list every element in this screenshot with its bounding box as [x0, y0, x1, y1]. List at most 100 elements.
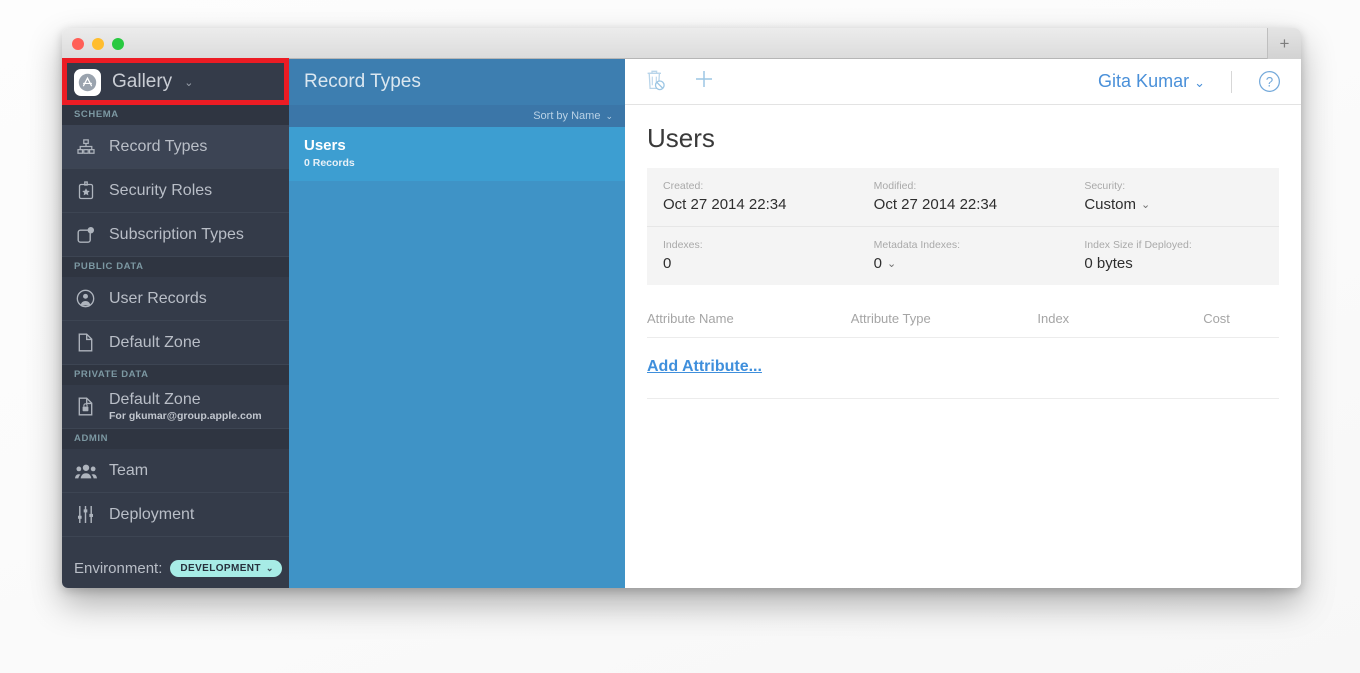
badge-star-icon	[74, 181, 97, 200]
plus-icon: +	[1279, 34, 1290, 53]
info-indexes: Indexes: 0	[647, 239, 858, 272]
sidebar-item-label: Default Zone	[109, 333, 201, 351]
info-key: Modified:	[873, 180, 917, 192]
info-modified: Modified: Oct 27 2014 22:34	[858, 180, 1069, 213]
sidebar-item-label: User Records	[109, 289, 207, 307]
chevron-down-icon: ⌄	[1141, 199, 1151, 211]
add-attribute-row: Add Attribute...	[647, 338, 1279, 399]
info-row: Created: Oct 27 2014 22:34 Modified: Oct…	[647, 168, 1279, 227]
environment-bar: Environment: DEVELOPMENT ⌄	[62, 548, 289, 588]
record-types-list-panel: Record Types Sort by Name ⌄ Users 0 Reco…	[289, 59, 625, 588]
close-window-icon[interactable]	[72, 38, 84, 50]
toolbar-divider	[1231, 70, 1232, 93]
info-key: Created:	[663, 180, 704, 192]
info-key: Index Size if Deployed:	[1084, 239, 1192, 251]
chevron-down-icon: ⌄	[265, 562, 274, 573]
list-item-subtitle: 0 Records	[304, 157, 355, 169]
list-item[interactable]: Users 0 Records	[289, 127, 625, 181]
info-key: Security:	[1084, 180, 1126, 192]
sidebar-item-default-zone-public[interactable]: Default Zone	[62, 321, 289, 365]
app-window: + Gallery ⌄ SCHEMA Record Types Security…	[62, 28, 1301, 588]
info-index-size: Index Size if Deployed: 0 bytes	[1068, 239, 1279, 272]
sidebar-item-label: Subscription Types	[109, 225, 244, 243]
sidebar-item-user-records[interactable]: User Records	[62, 277, 289, 321]
window-body: Gallery ⌄ SCHEMA Record Types Security R…	[62, 59, 1301, 588]
sidebar-group-private-data: PRIVATE DATA	[62, 365, 289, 385]
delete-record-type-button[interactable]	[645, 68, 666, 96]
question-circle-icon[interactable]: ?	[1258, 70, 1281, 93]
window-titlebar: +	[62, 28, 1301, 59]
attributes-table-header: Attribute Name Attribute Type Index Cost	[647, 311, 1279, 338]
sidebar-group-schema: SCHEMA	[62, 105, 289, 125]
column-header-attribute-name: Attribute Name	[647, 311, 734, 326]
sidebar-group-admin: ADMIN	[62, 429, 289, 449]
info-value: 0	[873, 255, 883, 272]
person-circle-icon	[74, 289, 97, 308]
environment-label: Environment:	[74, 559, 163, 577]
column-header-index: Index	[1037, 311, 1070, 326]
security-dropdown[interactable]: Custom ⌄	[1084, 196, 1263, 213]
info-security: Security: Custom ⌄	[1068, 180, 1279, 213]
page-title: Users	[647, 123, 715, 153]
list-panel-title: Record Types	[304, 71, 421, 92]
sidebar-item-label: Security Roles	[109, 181, 213, 199]
traffic-lights	[72, 38, 124, 50]
list-panel-header: Record Types	[289, 59, 625, 105]
column-header-attribute-type: Attribute Type	[850, 311, 931, 326]
app-name-label: Gallery	[112, 71, 173, 92]
sidebar-item-label: Record Types	[109, 137, 208, 155]
info-value: 0	[663, 255, 672, 272]
screen: + Gallery ⌄ SCHEMA Record Types Security…	[0, 0, 1360, 673]
info-created: Created: Oct 27 2014 22:34	[647, 180, 858, 213]
info-value: Custom	[1084, 196, 1137, 213]
maximize-window-icon[interactable]	[112, 38, 124, 50]
user-menu[interactable]: Gita Kumar ⌄	[1098, 71, 1205, 92]
sidebar-item-label: Deployment	[109, 505, 195, 523]
info-row: Indexes: 0 Metadata Indexes: 0 ⌄ Index S…	[647, 227, 1279, 285]
app-store-icon	[74, 68, 101, 96]
chevron-down-icon: ⌄	[184, 76, 194, 89]
sidebar-item-label: Default Zone	[109, 391, 201, 408]
svg-text:?: ?	[1266, 74, 1273, 89]
chevron-down-icon: ⌄	[605, 110, 613, 121]
sort-label: Sort by Name	[533, 110, 601, 122]
sidebar-item-deployment[interactable]: Deployment	[62, 493, 289, 537]
zoom-window-button[interactable]: +	[1267, 28, 1301, 59]
column-header-cost: Cost	[1203, 311, 1230, 326]
list-item-title: Users	[304, 137, 346, 154]
list-empty-area	[289, 181, 625, 588]
chevron-down-icon: ⌄	[887, 258, 897, 270]
record-type-info-box: Created: Oct 27 2014 22:34 Modified: Oct…	[647, 168, 1279, 285]
sidebar-item-team[interactable]: Team	[62, 449, 289, 493]
people-icon	[74, 463, 97, 479]
chevron-down-icon: ⌄	[1194, 75, 1205, 90]
detail-panel: Gita Kumar ⌄ ? Users Created: Oct 27 201…	[625, 59, 1301, 588]
user-name-label: Gita Kumar	[1098, 71, 1190, 91]
sidebar-item-sublabel: For gkumar@group.apple.com	[109, 410, 262, 422]
info-key: Metadata Indexes:	[873, 239, 961, 251]
info-metadata-indexes: Metadata Indexes: 0 ⌄	[858, 239, 1069, 272]
sidebar-item-subscription-types[interactable]: Subscription Types	[62, 213, 289, 257]
info-value: Oct 27 2014 22:34	[663, 196, 787, 213]
add-attribute-link[interactable]: Add Attribute...	[647, 358, 762, 375]
environment-selector[interactable]: DEVELOPMENT ⌄	[170, 559, 282, 577]
app-selector[interactable]: Gallery ⌄	[62, 59, 289, 105]
environment-value: DEVELOPMENT	[180, 562, 261, 574]
sliders-icon	[74, 505, 97, 524]
document-icon	[74, 333, 97, 352]
sort-control[interactable]: Sort by Name ⌄	[289, 105, 625, 127]
sidebar-item-label: Team	[109, 461, 149, 479]
minimize-window-icon[interactable]	[92, 38, 104, 50]
sidebar: Gallery ⌄ SCHEMA Record Types Security R…	[62, 59, 289, 588]
hierarchy-icon	[74, 138, 97, 155]
sidebar-item-record-types[interactable]: Record Types	[62, 125, 289, 169]
info-value: 0 bytes	[1084, 255, 1133, 272]
sidebar-group-public-data: PUBLIC DATA	[62, 257, 289, 277]
detail-toolbar: Gita Kumar ⌄ ?	[625, 59, 1301, 105]
add-record-type-button[interactable]	[692, 67, 716, 96]
subscription-icon	[74, 226, 97, 244]
info-key: Indexes:	[663, 239, 703, 251]
sidebar-item-security-roles[interactable]: Security Roles	[62, 169, 289, 213]
sidebar-item-default-zone-private[interactable]: Default Zone For gkumar@group.apple.com	[62, 385, 289, 429]
metadata-indexes-dropdown[interactable]: 0 ⌄	[874, 255, 1053, 272]
